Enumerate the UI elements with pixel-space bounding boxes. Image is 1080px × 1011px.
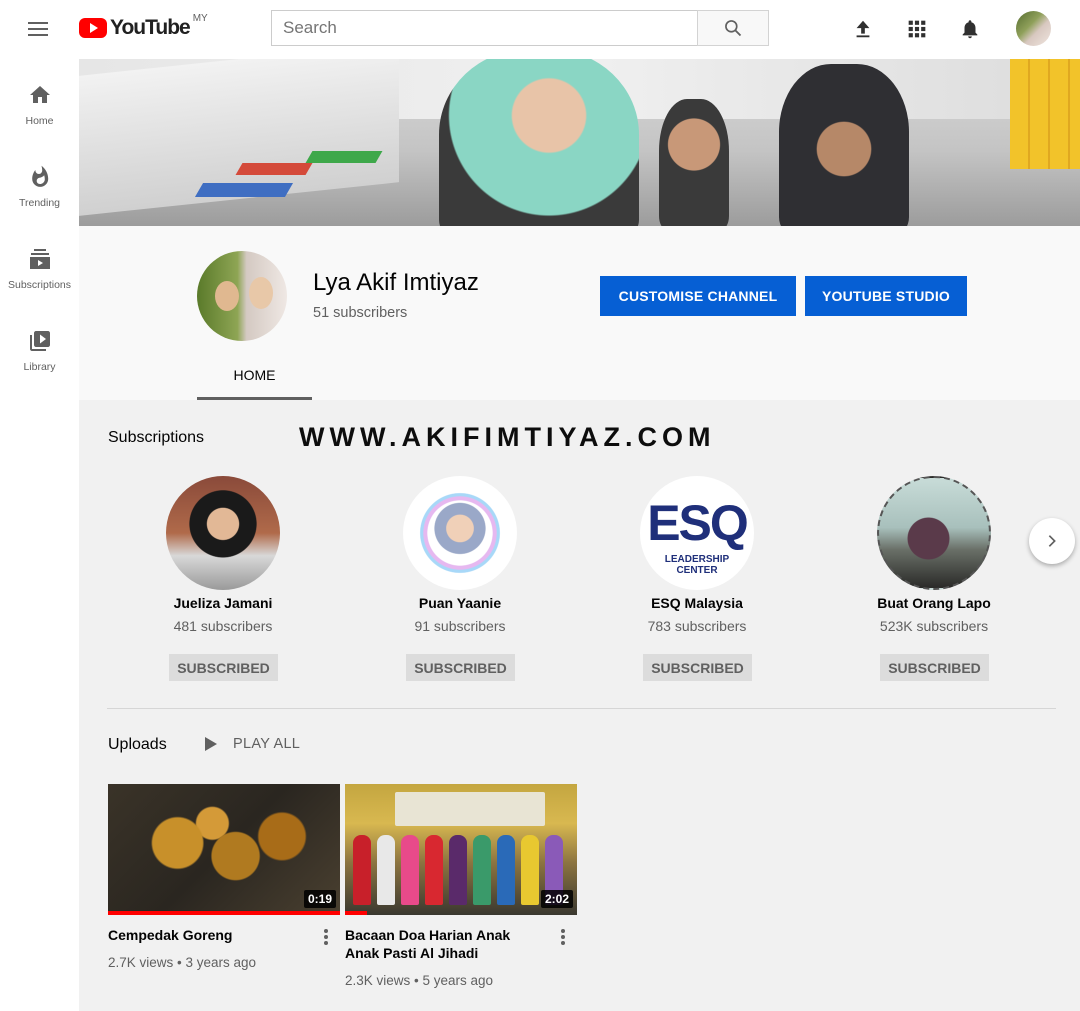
notifications-button[interactable] (955, 14, 985, 44)
subscription-count: 783 subscribers (647, 618, 747, 634)
watermark-text: WWW.AKIFIMTIYAZ.COM (299, 422, 716, 452)
subscribed-button[interactable]: SUBSCRIBED (880, 654, 989, 681)
channel-name: Lya Akif Imtiyaz (313, 269, 479, 296)
sidebar-item-label: Home (25, 115, 54, 127)
play-icon (205, 737, 217, 751)
chevron-right-icon (1048, 535, 1056, 547)
subscription-name[interactable]: ESQ Malaysia (597, 595, 797, 611)
sidebar-item-home[interactable]: Home (0, 59, 79, 129)
hamburger-menu-icon[interactable] (26, 17, 50, 41)
subscription-name[interactable]: Puan Yaanie (360, 595, 560, 611)
uploads-section-title: Uploads (108, 736, 167, 753)
subscription-card: Puan Yaanie 91 subscribers SUBSCRIBED (360, 476, 560, 686)
channel-content: Subscriptions WWW.AKIFIMTIYAZ.COM Jueliz… (79, 400, 1080, 1011)
upload-icon (856, 20, 870, 38)
video-meta: 2.7K views • 3 years ago (108, 955, 257, 970)
apps-button[interactable] (902, 14, 932, 44)
country-code: MY (192, 13, 208, 24)
watch-progress-bar (108, 911, 340, 915)
video-item: 0:19 Cempedak Goreng 2.7K views • 3 year… (108, 784, 340, 1004)
subscription-count: 91 subscribers (414, 618, 506, 634)
sidebar-item-label: Trending (18, 197, 61, 209)
carousel-next-button[interactable] (1029, 518, 1075, 564)
sidebar-item-library[interactable]: Library (0, 305, 79, 375)
esq-logo-subtext: LEADERSHIP (664, 554, 730, 565)
library-icon (28, 329, 52, 353)
subscription-name[interactable]: Buat Orang Lapo (834, 595, 1034, 611)
video-title[interactable]: Bacaan Doa Harian Anak Anak Pasti Al Jih… (345, 926, 545, 962)
video-thumbnail[interactable]: 0:19 (108, 784, 340, 915)
apps-grid-icon (908, 20, 926, 38)
video-title[interactable]: Cempedak Goreng (108, 926, 308, 944)
play-all-button[interactable]: PLAY ALL (205, 736, 300, 752)
subscription-avatar[interactable] (403, 476, 517, 590)
subscriptions-section-title: Subscriptions (108, 429, 205, 446)
subscription-avatar[interactable]: ESQ LEADERSHIP CENTER (640, 476, 754, 590)
watch-progress-bar (345, 911, 367, 915)
sidebar-item-trending[interactable]: Trending (0, 141, 79, 211)
video-item: 2:02 Bacaan Doa Harian Anak Anak Pasti A… (345, 784, 577, 1004)
search-input[interactable] (271, 10, 697, 46)
video-duration: 0:19 (303, 890, 336, 908)
search-button[interactable] (697, 10, 769, 46)
more-options-icon[interactable] (318, 927, 334, 947)
subscription-name[interactable]: Jueliza Jamani (123, 595, 323, 611)
bell-icon (962, 20, 978, 39)
video-meta: 2.3K views • 5 years ago (345, 973, 494, 988)
subscription-count: 481 subscribers (173, 618, 273, 634)
logo-text: YouTube (110, 16, 191, 39)
sidebar-item-label: Library (23, 361, 56, 373)
esq-logo-text: ESQ (647, 495, 749, 551)
play-all-label: PLAY ALL (233, 736, 301, 752)
top-bar: YouTube MY (0, 0, 1080, 59)
subscribed-button[interactable]: SUBSCRIBED (643, 654, 752, 681)
sidebar: Home Trending Subscriptions Library (0, 59, 79, 1011)
flame-icon (28, 165, 52, 189)
sidebar-item-subscriptions[interactable]: Subscriptions (0, 223, 79, 293)
subscription-avatar[interactable] (166, 476, 280, 590)
subscription-card: Jueliza Jamani 481 subscribers SUBSCRIBE… (123, 476, 323, 686)
search-icon (725, 20, 742, 37)
channel-subscriber-count: 51 subscribers (313, 305, 408, 321)
channel-avatar[interactable] (197, 251, 287, 341)
upload-button[interactable] (848, 14, 878, 44)
video-duration: 2:02 (540, 890, 573, 908)
section-divider (107, 708, 1056, 709)
subscription-card: Buat Orang Lapo 523K subscribers SUBSCRI… (834, 476, 1034, 686)
subscription-avatar[interactable] (877, 476, 991, 590)
channel-banner (79, 59, 1080, 226)
video-thumbnail[interactable]: 2:02 (345, 784, 577, 915)
subscription-count: 523K subscribers (879, 618, 989, 634)
account-avatar[interactable] (1016, 11, 1051, 46)
subscriptions-icon (28, 247, 52, 271)
more-options-icon[interactable] (555, 927, 571, 947)
esq-logo-subtext: CENTER (676, 565, 718, 576)
channel-header: Lya Akif Imtiyaz 51 subscribers CUSTOMIS… (79, 226, 1080, 400)
youtube-play-icon (79, 18, 107, 38)
subscribed-button[interactable]: SUBSCRIBED (406, 654, 515, 681)
search-bar (271, 10, 769, 46)
tab-home[interactable]: HOME (197, 352, 312, 400)
subscription-card: ESQ LEADERSHIP CENTER ESQ Malaysia 783 s… (597, 476, 797, 686)
youtube-logo[interactable]: YouTube MY (79, 13, 208, 41)
customise-channel-button[interactable]: CUSTOMISE CHANNEL (600, 276, 796, 316)
subscribed-button[interactable]: SUBSCRIBED (169, 654, 278, 681)
sidebar-item-label: Subscriptions (7, 279, 72, 291)
youtube-studio-button[interactable]: YOUTUBE STUDIO (805, 276, 967, 316)
home-icon (28, 83, 52, 107)
